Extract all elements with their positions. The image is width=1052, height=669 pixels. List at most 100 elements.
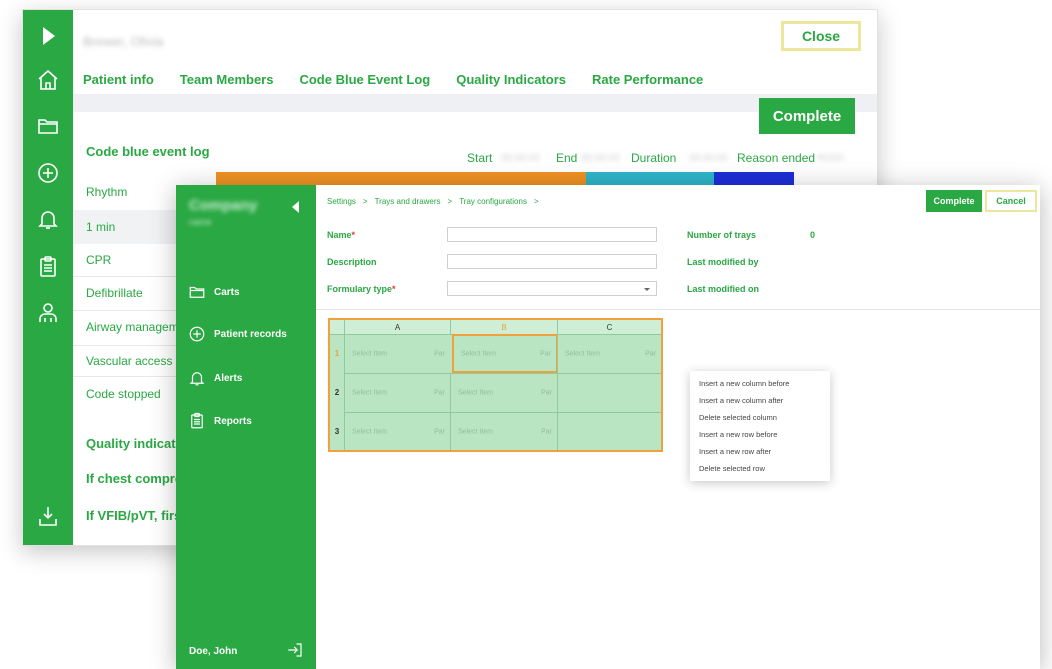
tab-rate-performance[interactable]: Rate Performance [592, 72, 703, 87]
team-icon[interactable] [36, 301, 60, 325]
sidebar-item-label: Alerts [214, 372, 243, 384]
column-header-a[interactable]: A [344, 320, 450, 334]
cell-par: Par [434, 389, 445, 397]
tray-cell[interactable]: Select Item Par [344, 334, 450, 373]
menu-insert-row-after[interactable]: Insert a new row after [690, 443, 830, 460]
sidebar-item-label: Carts [214, 286, 240, 298]
vfib-heading: If VFIB/pVT, firs [86, 508, 182, 523]
breadcrumb-settings[interactable]: Settings [327, 197, 356, 206]
icon-rail [23, 10, 73, 545]
description-label: Description [327, 257, 377, 267]
tray-cell[interactable] [557, 373, 661, 412]
tray-cell[interactable] [557, 412, 661, 450]
tray-cell[interactable]: Select Item Par [450, 412, 557, 450]
last-modified-on-label: Last modified on [687, 284, 759, 294]
last-modified-by-label: Last modified by [687, 257, 759, 267]
complete-button[interactable]: Complete [926, 190, 982, 212]
breadcrumb-separator: > [533, 197, 539, 206]
plus-circle-icon [189, 326, 205, 342]
row-header-1[interactable]: 1 [330, 334, 344, 373]
event-log-title: Code blue event log [86, 144, 210, 159]
sidebar-item-label: Patient records [214, 328, 287, 340]
tray-cell[interactable]: Select Item Par [557, 334, 661, 373]
cancel-button[interactable]: Cancel [985, 190, 1037, 212]
plus-circle-icon[interactable] [36, 161, 60, 185]
folder-icon [189, 286, 205, 298]
cell-item: Select Item [352, 389, 388, 397]
tray-cell[interactable]: Select Item Par [344, 412, 450, 450]
tray-cell[interactable]: Select Item Par [344, 373, 450, 412]
end-label: End [556, 151, 578, 165]
row-header-2[interactable]: 2 [330, 373, 344, 412]
download-icon[interactable] [36, 504, 60, 528]
cell-item: Select Item [352, 428, 388, 435]
timeline-segment-orange [216, 172, 586, 186]
description-input[interactable] [447, 254, 657, 269]
expand-arrow-icon[interactable] [36, 24, 60, 48]
cell-par: Par [541, 389, 552, 397]
menu-insert-row-before[interactable]: Insert a new row before [690, 426, 830, 443]
cell-item: Select Item [461, 350, 497, 357]
breadcrumb: Settings > Trays and drawers > Tray conf… [327, 197, 539, 206]
bell-icon [189, 372, 205, 386]
row-header-3[interactable]: 3 [330, 412, 344, 450]
logout-icon[interactable] [286, 641, 304, 659]
clipboard-icon[interactable] [36, 255, 60, 279]
close-button[interactable]: Close [781, 21, 861, 51]
complete-button[interactable]: Complete [759, 98, 855, 134]
clipboard-icon [191, 412, 203, 429]
patient-name: Brewer, Olivia [83, 34, 164, 49]
breadcrumb-trays-and-drawers[interactable]: Trays and drawers [375, 197, 441, 206]
sidebar-item-patient-records[interactable]: Patient records [188, 325, 287, 343]
quality-indicators-heading: Quality indicat [86, 436, 176, 451]
tab-quality-indicators[interactable]: Quality Indicators [456, 72, 566, 87]
timeline-segment-blue [714, 172, 794, 186]
start-value: 00:00:00 [501, 153, 540, 164]
tab-code-blue-event-log[interactable]: Code Blue Event Log [299, 72, 430, 87]
cell-item: Select Item [352, 350, 388, 358]
name-input[interactable] [447, 227, 657, 242]
company-name: Company [189, 197, 258, 214]
column-header-c[interactable]: C [557, 320, 661, 334]
menu-delete-row[interactable]: Delete selected row [690, 460, 830, 477]
folder-icon[interactable] [36, 114, 60, 138]
cell-par: Par [541, 428, 552, 435]
bell-icon[interactable] [36, 207, 60, 231]
tray-cell-selected[interactable]: Select Item Par [452, 334, 558, 373]
column-header-b[interactable]: B [450, 320, 557, 334]
end-value: 00:00:00 [581, 153, 620, 164]
sidebar-item-carts[interactable]: Carts [188, 283, 240, 301]
breadcrumb-tray-configurations[interactable]: Tray configurations [459, 197, 527, 206]
event-timeline [216, 172, 794, 186]
tray-cell[interactable]: Select Item Par [450, 373, 557, 412]
formulary-type-label: Formulary type* [327, 284, 396, 294]
tab-patient-info[interactable]: Patient info [83, 72, 154, 87]
number-of-trays-label: Number of trays [687, 230, 757, 240]
current-user: Doe, John [189, 646, 238, 657]
tray-configuration-window: Company name Carts Patient records Alert… [176, 185, 1040, 669]
sidebar-item-alerts[interactable]: Alerts [188, 369, 242, 387]
required-mark: * [351, 230, 356, 240]
tab-bar: Patient info Team Members Code Blue Even… [83, 72, 703, 87]
cell-item: Select Item [458, 389, 494, 397]
breadcrumb-separator: > [362, 197, 368, 206]
menu-insert-column-before[interactable]: Insert a new column before [690, 375, 830, 392]
reason-ended-value: ROSC [817, 153, 846, 164]
tray-config-main: Settings > Trays and drawers > Tray conf… [316, 185, 1040, 669]
cell-item: Select Item [458, 428, 494, 435]
formulary-type-select[interactable] [447, 281, 657, 296]
menu-delete-column[interactable]: Delete selected column [690, 409, 830, 426]
tab-underline-bar [73, 94, 877, 112]
cell-par: Par [434, 350, 445, 358]
duration-value: 00:00:00 [689, 153, 728, 164]
collapse-sidebar-icon[interactable] [292, 201, 299, 213]
tab-team-members[interactable]: Team Members [180, 72, 274, 87]
chest-compression-heading: If chest compre [86, 471, 183, 486]
breadcrumb-separator: > [447, 197, 453, 206]
sidebar-item-label: Reports [214, 415, 252, 427]
menu-insert-column-after[interactable]: Insert a new column after [690, 392, 830, 409]
sidebar-item-reports[interactable]: Reports [188, 412, 252, 430]
required-mark: * [392, 284, 396, 294]
chevron-down-icon [644, 288, 650, 291]
home-icon[interactable] [36, 68, 60, 92]
